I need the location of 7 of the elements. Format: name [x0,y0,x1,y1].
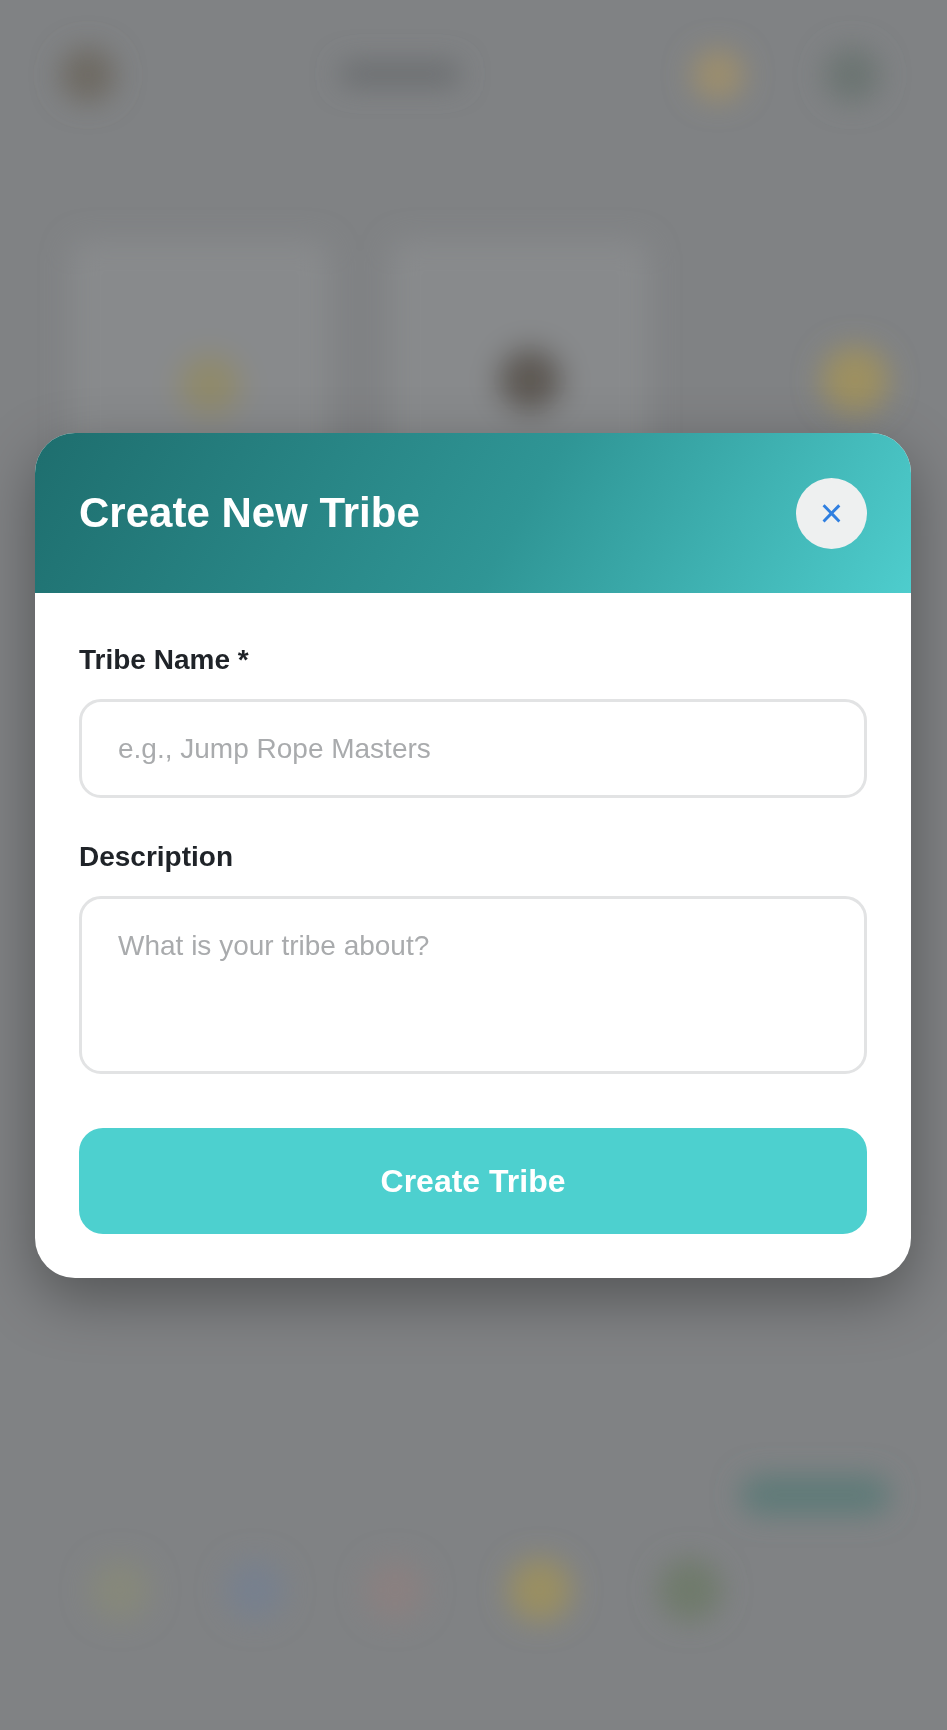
create-button[interactable]: Create Tribe [79,1128,867,1234]
name-field[interactable]: e.g., Jump Rope Masters [79,699,867,798]
modal-title: Create New Tribe [79,487,420,538]
field-label: Tribe Name * [79,643,250,677]
field-label: Description [79,840,235,874]
close-button[interactable]: × [796,477,867,549]
description-field[interactable]: What is your tribe about? [79,896,867,1074]
